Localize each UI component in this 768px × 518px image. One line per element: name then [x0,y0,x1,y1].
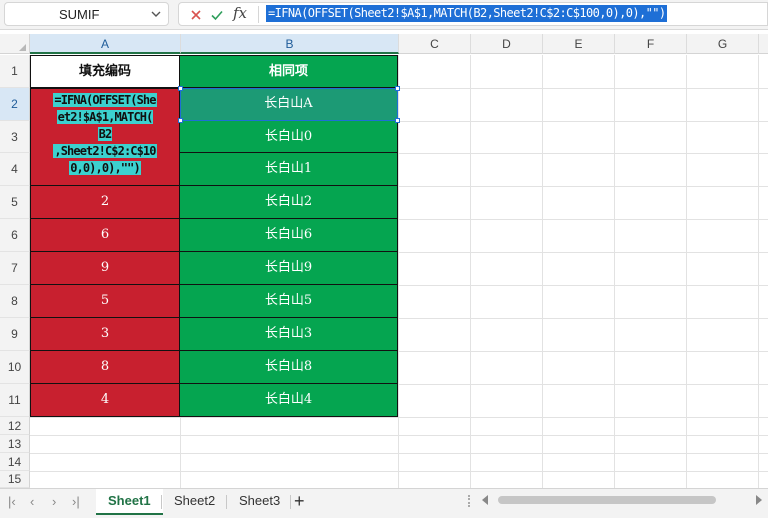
gridline [30,417,768,418]
cell-b9[interactable]: 长白山3 [180,318,398,351]
row-header-13[interactable]: 13 [0,435,30,453]
select-all-corner[interactable] [0,34,30,54]
cancel-icon[interactable] [188,7,204,23]
formula-bar: SUMIF fx =IFNA(OFFSET(Sheet2!$A$1,MATCH(… [0,0,768,30]
gridline [398,55,399,488]
horizontal-scrollbar-thumb[interactable] [498,496,716,504]
sheet-tab-bar: |‹ ‹ › ›| Sheet1 Sheet2 Sheet3 + [0,488,768,518]
cell-b4[interactable]: 长白山1 [180,153,398,186]
row-header-3[interactable]: 3 [0,121,30,153]
cell-b1[interactable]: 相同项 [180,55,398,88]
row-header-11[interactable]: 11 [0,384,30,417]
row-header-7[interactable]: 7 [0,252,30,285]
row-header-14[interactable]: 14 [0,453,30,471]
tab-divider [290,495,291,509]
cell-b6[interactable]: 长白山6 [180,219,398,252]
row-header-5[interactable]: 5 [0,186,30,219]
row-header-1[interactable]: 1 [0,55,30,88]
column-header-d[interactable]: D [471,34,543,54]
cell-a7[interactable]: 9 [30,252,180,285]
name-box-value: SUMIF [59,7,100,22]
cell-b5[interactable]: 长白山2 [180,186,398,219]
column-headers: A B C D E F G [0,34,768,54]
cell-a6[interactable]: 6 [30,219,180,252]
cell-grid[interactable]: 填充编码 相同项 =IFNA(OFFSET(She et2!$A$1,MATCH… [30,55,768,488]
row-header-12[interactable]: 12 [0,417,30,435]
cell-a9[interactable]: 3 [30,318,180,351]
row-header-4[interactable]: 4 [0,153,30,186]
scroll-split-handle[interactable] [468,495,470,507]
tab-sheet3[interactable]: Sheet3 [227,489,292,515]
cell-a8[interactable]: 5 [30,285,180,318]
row-header-2[interactable]: 2 [0,88,30,121]
row-header-10[interactable]: 10 [0,351,30,384]
gridline [30,453,768,454]
formula-line: et2!$A$1,MATCH( [56,110,154,124]
scroll-left-icon[interactable] [482,495,488,505]
first-sheet-icon[interactable]: |‹ [8,494,16,509]
gridline [542,55,543,488]
gridline [758,55,759,488]
tab-sheet1[interactable]: Sheet1 [96,489,163,515]
next-sheet-icon[interactable]: › [52,494,56,509]
chevron-down-icon[interactable] [150,7,162,21]
formula-divider [258,6,259,23]
column-header-a[interactable]: A [30,34,181,54]
column-header-b[interactable]: B [181,34,399,54]
formula-line: =IFNA(OFFSET(She [53,93,157,107]
column-header-c[interactable]: C [399,34,471,54]
gridline [686,55,687,488]
column-header-f[interactable]: F [615,34,687,54]
row-header-15[interactable]: 15 [0,471,30,488]
row-header-6[interactable]: 6 [0,219,30,252]
cell-a11[interactable]: 4 [30,384,180,417]
cell-b3[interactable]: 长白山0 [180,121,398,153]
formula-line: ,Sheet2!C$2:C$10 [53,144,157,158]
cell-a5[interactable]: 2 [30,186,180,219]
row-header-8[interactable]: 8 [0,285,30,318]
tab-sheet2[interactable]: Sheet2 [162,489,227,515]
formula-line: B2 [97,127,113,141]
gridline [30,471,768,472]
scroll-right-icon[interactable] [756,495,762,505]
cell-b7[interactable]: 长白山9 [180,252,398,285]
cell-b2[interactable]: 长白山A [180,88,398,121]
prev-sheet-icon[interactable]: ‹ [30,494,34,509]
cell-b8[interactable]: 长白山5 [180,285,398,318]
add-sheet-button[interactable]: + [294,491,305,512]
cell-a10[interactable]: 8 [30,351,180,384]
confirm-check-icon[interactable] [209,7,225,23]
cell-b10[interactable]: 长白山8 [180,351,398,384]
last-sheet-icon[interactable]: ›| [72,494,80,509]
cell-a2-editor[interactable]: =IFNA(OFFSET(She et2!$A$1,MATCH( B2 ,She… [30,88,180,186]
formula-line: 0,0),0),"") [69,161,141,175]
insert-function-icon[interactable]: fx [233,4,247,22]
column-header-g[interactable]: G [687,34,759,54]
formula-input[interactable]: fx =IFNA(OFFSET(Sheet2!$A$1,MATCH(B2,She… [178,2,768,26]
gridline [470,55,471,488]
column-header-e[interactable]: E [543,34,615,54]
gridline [30,435,768,436]
select-all-triangle-icon [19,44,26,51]
cell-a1[interactable]: 填充编码 [30,55,180,88]
gridline [614,55,615,488]
cell-b11[interactable]: 长白山4 [180,384,398,417]
row-header-9[interactable]: 9 [0,318,30,351]
formula-text[interactable]: =IFNA(OFFSET(Sheet2!$A$1,MATCH(B2,Sheet2… [266,5,668,22]
name-box[interactable]: SUMIF [4,2,169,26]
